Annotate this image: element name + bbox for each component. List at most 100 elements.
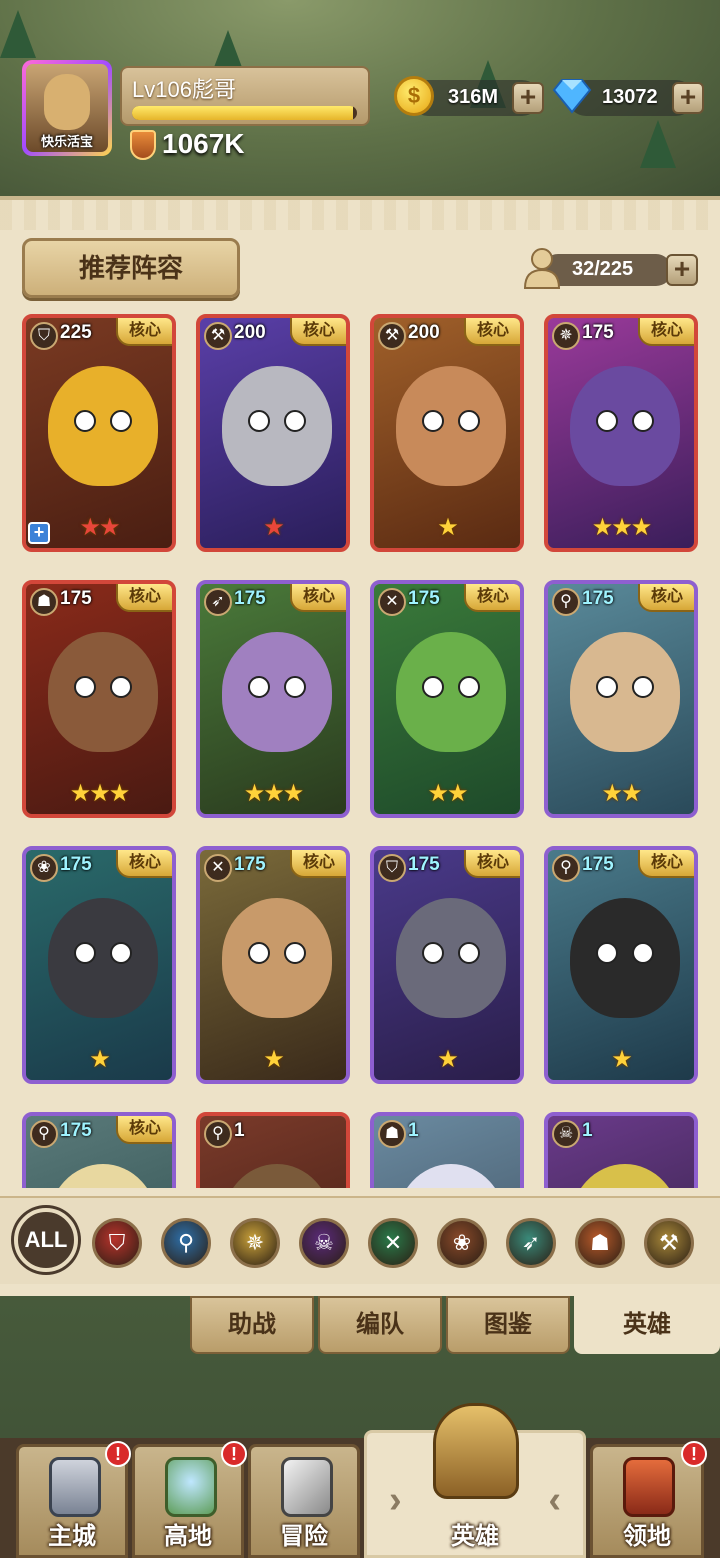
tab-heroes[interactable]: 英雄 [574, 1296, 720, 1354]
hero-level: 200 [234, 322, 266, 343]
star-rating: ★★★ [243, 780, 305, 807]
core-tag: 核心 [290, 850, 346, 878]
hero-card[interactable]: ✕ 175 核心 ★ [196, 846, 350, 1084]
capacity-value: 32/225 [572, 258, 634, 280]
hero-card[interactable]: ☠ 1 [544, 1112, 698, 1188]
hero-eye [284, 676, 306, 698]
hero-eye [596, 676, 618, 698]
shield-icon: ⛉ [378, 854, 406, 882]
hero-eye [248, 676, 270, 698]
hero-eye [632, 676, 654, 698]
filter-paw-icon[interactable]: ❀ [437, 1218, 487, 1268]
alert-badge: ! [105, 1441, 131, 1467]
hero-card[interactable]: ✵ 175 核心 ★★★ [544, 314, 698, 552]
hero-level: 1 [408, 1120, 419, 1141]
hero-card[interactable]: ❀ 175 核心 ★ [22, 846, 176, 1084]
hero-card[interactable]: ➶ 175 核心 ★★★ [196, 580, 350, 818]
hero-eye [596, 410, 618, 432]
nav-highlands[interactable]: ! 高地 [132, 1441, 247, 1558]
player-avatar[interactable]: 快乐活宝 [22, 60, 112, 156]
nav-label: 主城 [48, 1523, 96, 1550]
hero-card[interactable]: ☗ 175 核心 ★★★ [22, 580, 176, 818]
hero-card[interactable]: ⚲ 175 核心 ★ [544, 846, 698, 1084]
filter-emblem-icon[interactable]: ✵ [230, 1218, 280, 1268]
core-tag: 核心 [638, 318, 694, 346]
tab-formation[interactable]: 编队 [318, 1296, 442, 1354]
nav-heroes[interactable]: › ‹ 英雄 [364, 1403, 586, 1558]
player-level: Lv106彪哥 [132, 77, 236, 102]
hero-figure [570, 898, 680, 1018]
nav-label: 高地 [164, 1523, 212, 1550]
add-gems-button[interactable]: + [672, 82, 704, 114]
filter-axe-icon[interactable]: ⚒ [644, 1218, 694, 1268]
core-tag: 核心 [464, 318, 520, 346]
hero-eye [248, 942, 270, 964]
filter-staff-icon[interactable]: ⚲ [161, 1218, 211, 1268]
castle-icon [49, 1457, 101, 1517]
hero-eye [422, 676, 444, 698]
filter-shield-icon[interactable]: ⛉ [92, 1218, 142, 1268]
helmet-icon [433, 1403, 519, 1499]
filter-bow-icon[interactable]: ➶ [506, 1218, 556, 1268]
hero-card[interactable]: ⚒ 200 核心 ★ [370, 314, 524, 552]
staff-icon: ⚲ [204, 1120, 232, 1148]
hero-figure [396, 632, 506, 752]
nav-label: 英雄 [451, 1523, 499, 1550]
hero-eye [458, 676, 480, 698]
player-info-panel[interactable]: Lv106彪哥 [120, 66, 370, 126]
hero-eye [632, 942, 654, 964]
staff-icon: ⚲ [552, 854, 580, 882]
hero-level: 1 [234, 1120, 245, 1141]
recommended-lineup-button[interactable]: 推荐阵容 [22, 238, 240, 298]
hero-figure [222, 366, 332, 486]
beast-skull-icon: ☗ [378, 1120, 406, 1148]
hero-figure [396, 898, 506, 1018]
hero-eye [284, 410, 306, 432]
hero-card[interactable]: ✕ 175 核心 ★★ [370, 580, 524, 818]
hero-card[interactable]: ⚲ 175 核心 [22, 1112, 176, 1188]
core-tag: 核心 [116, 1116, 172, 1144]
crossed-blades-icon: ✕ [378, 588, 406, 616]
hero-level: 175 [60, 854, 92, 875]
hero-eye [74, 410, 96, 432]
class-filter-bar: ALL ⛉ ⚲ ✵ ☠ ✕ ❀ ➶ ☗ ⚒ [0, 1196, 720, 1284]
star-rating: ★★ [427, 780, 468, 807]
core-tag: 核心 [116, 850, 172, 878]
hero-eye [458, 410, 480, 432]
core-tag: 核心 [464, 584, 520, 612]
hero-figure [48, 632, 158, 752]
hero-card[interactable]: ⛉ 175 核心 ★ [370, 846, 524, 1084]
star-rating: ★ [437, 1046, 459, 1073]
hero-level: 175 [408, 588, 440, 609]
avatar-image: 快乐活宝 [26, 64, 108, 152]
filter-skull-icon[interactable]: ☠ [299, 1218, 349, 1268]
hero-card[interactable]: ⚲ 175 核心 ★★ [544, 580, 698, 818]
nav-territory[interactable]: ! 领地 [590, 1441, 707, 1558]
star-rating: ★★ [79, 514, 120, 541]
hero-level: 175 [60, 1120, 92, 1141]
hero-card[interactable]: ⚒ 200 核心 ★ [196, 314, 350, 552]
nav-adventure[interactable]: 冒险 [248, 1444, 360, 1558]
tab-codex[interactable]: 图鉴 [446, 1296, 570, 1354]
filter-all-button[interactable]: ALL [14, 1208, 78, 1272]
star-rating: ★ [263, 514, 285, 541]
core-tag: 核心 [116, 318, 172, 346]
hero-card[interactable]: ☗ 1 [370, 1112, 524, 1188]
paw-icon: ❀ [30, 854, 58, 882]
hero-level: 1 [582, 1120, 593, 1141]
hero-card[interactable]: ⚲ 1 [196, 1112, 350, 1188]
emblem-icon: ✵ [552, 322, 580, 350]
add-coins-button[interactable]: + [512, 82, 544, 114]
hero-grid: ⛉ 225 核心 + ★★ ⚒ 200 核心 ★ ⚒ 200 核心 ★ ✵ 175 核心 ★★★ ☗ 175 核心 ★★… [0, 290, 720, 1188]
coin-amount: 316M [448, 86, 499, 108]
star-rating: ★★★ [591, 514, 653, 541]
hero-level: 175 [582, 854, 614, 875]
filter-crossed-blades-icon[interactable]: ✕ [368, 1218, 418, 1268]
hero-eye [248, 410, 270, 432]
tab-support[interactable]: 助战 [190, 1296, 314, 1354]
top-bar: 快乐活宝 Lv106彪哥 1067K $ 316M + 13072 + [0, 0, 720, 200]
hero-card[interactable]: ⛉ 225 核心 + ★★ [22, 314, 176, 552]
nav-main-city[interactable]: ! 主城 [16, 1441, 131, 1558]
expand-capacity-button[interactable]: + [666, 254, 698, 286]
filter-beast-skull-icon[interactable]: ☗ [575, 1218, 625, 1268]
